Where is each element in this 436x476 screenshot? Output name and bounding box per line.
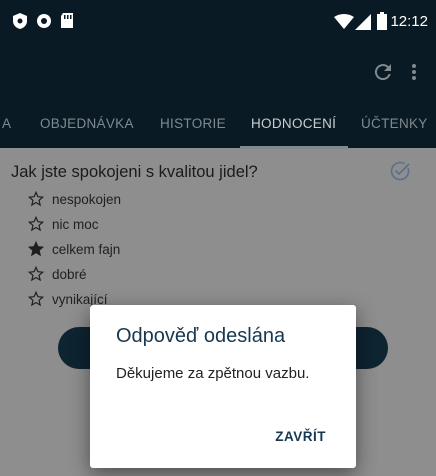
rating-option-3[interactable]: celkem fajn <box>28 241 120 257</box>
rating-option-label: celkem fajn <box>52 241 121 257</box>
star-outline-icon <box>28 216 44 232</box>
status-bar: 12:12 <box>0 0 436 46</box>
dialog-title: Odpověď odeslána <box>116 325 286 347</box>
star-outline-icon <box>28 191 44 207</box>
check-circle-icon[interactable] <box>389 160 411 182</box>
battery-icon <box>377 12 387 30</box>
shield-icon <box>13 13 27 29</box>
app-bar <box>0 46 436 98</box>
tab-bar: A OBJEDNÁVKA HISTORIE HODNOCENÍ ÚČTENKY <box>0 98 436 148</box>
rating-option-label: nespokojen <box>52 191 122 207</box>
confirmation-dialog: Odpověď odeslána Děkujeme za zpětnou vaz… <box>90 305 356 468</box>
close-button[interactable]: ZAVŘÍT <box>275 429 326 444</box>
wifi-icon <box>334 14 354 29</box>
tab-uctenky[interactable]: ÚČTENKY <box>361 116 428 131</box>
signal-icon <box>355 14 371 30</box>
rating-option-label: nic moc <box>52 216 99 232</box>
rating-option-1[interactable]: nespokojen <box>28 191 121 207</box>
more-vert-icon[interactable] <box>408 60 420 84</box>
refresh-icon[interactable] <box>371 60 395 84</box>
rating-question: Jak jste spokojeni s kvalitou jidel? <box>11 163 258 181</box>
tab-hodnoceni[interactable]: HODNOCENÍ <box>251 116 336 131</box>
tab-objednavka[interactable]: OBJEDNÁVKA <box>40 116 134 131</box>
rating-option-label: dobré <box>52 266 87 282</box>
star-filled-icon <box>28 241 44 257</box>
sd-card-icon <box>61 13 73 28</box>
rating-option-4[interactable]: dobré <box>28 266 87 282</box>
rating-option-2[interactable]: nic moc <box>28 216 99 232</box>
star-outline-icon <box>28 291 44 307</box>
status-time: 12:12 <box>390 13 428 30</box>
tab-historie[interactable]: HISTORIE <box>160 116 226 131</box>
circle-icon <box>37 14 51 28</box>
dialog-message: Děkujeme za zpětnou vazbu. <box>116 365 310 382</box>
tab-partial[interactable]: A <box>2 116 11 131</box>
star-outline-icon <box>28 266 44 282</box>
